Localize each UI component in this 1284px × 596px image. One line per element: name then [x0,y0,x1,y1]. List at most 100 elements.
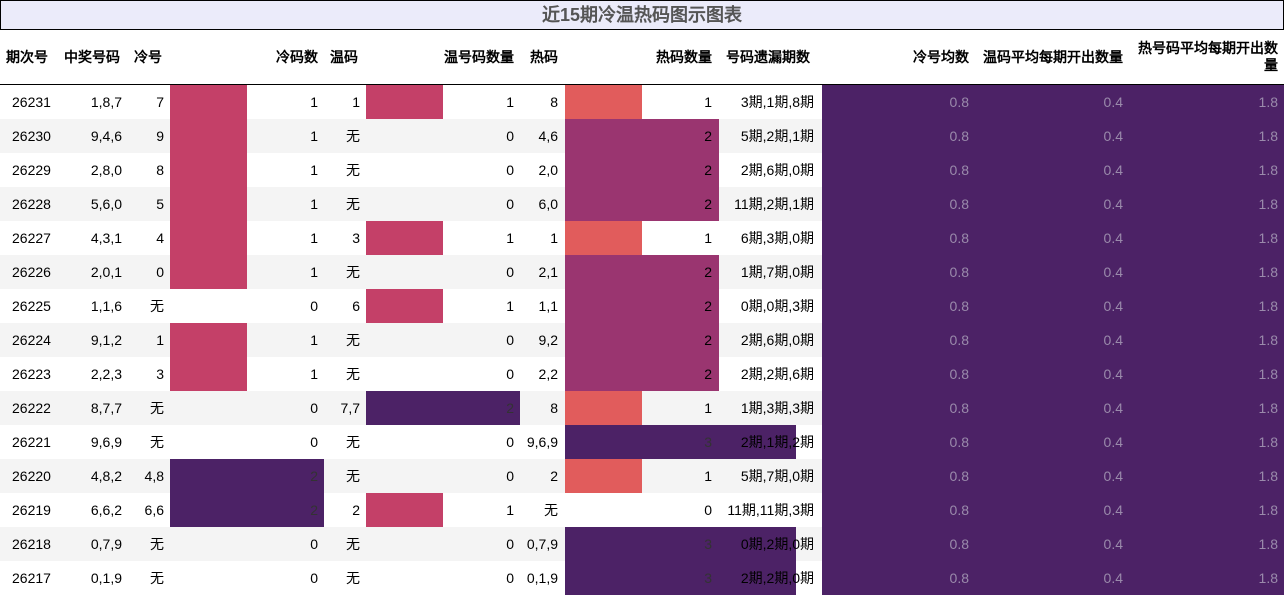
warm-count: 0 [506,434,514,450]
header-warm: 温码 [330,48,358,65]
cold-numbers: 6,6 [144,502,164,518]
table-row: 26225 1,1,6 无 0 6 1 1,1 2 0期,0期,3期 0.8 0.4 1.8 [0,289,1284,323]
hot-average: 1.8 [1258,502,1278,518]
hot-count: 2 [704,332,712,348]
header-cold-count: 冷码数 [276,48,318,65]
header-missing: 号码遗漏期数 [726,48,810,65]
warm-average: 0.4 [1103,434,1123,450]
cold-average: 0.8 [949,128,969,144]
hot-numbers: 9,6,9 [526,434,558,450]
issue-number: 26226 [12,264,51,280]
warm-numbers: 无 [346,570,360,586]
cold-numbers: 4 [156,230,164,246]
warm-numbers: 无 [346,196,360,212]
issue-number: 26223 [12,366,51,382]
table-row: 26230 9,4,6 9 1 无 0 4,6 2 5期,2期,1期 0.8 0.4 1.8 [0,119,1284,153]
warm-count: 1 [506,230,514,246]
warm-count: 0 [506,128,514,144]
winning-numbers: 5,6,0 [90,196,122,212]
winning-numbers: 6,6,2 [90,502,122,518]
hot-count: 3 [704,570,712,586]
missing-periods: 5期,7期,0期 [740,468,814,484]
hot-average: 1.8 [1258,468,1278,484]
hot-numbers: 1,1 [538,298,558,314]
warm-count: 0 [506,536,514,552]
cold-count: 1 [310,264,318,280]
cold-numbers: 无 [150,434,164,450]
hot-count: 2 [704,196,712,212]
hot-count: 0 [704,502,712,518]
missing-periods: 2期,6期,0期 [740,332,814,348]
issue-number: 26217 [12,570,51,586]
cold-count: 2 [310,468,318,484]
cold-count: 0 [310,400,318,416]
hot-average: 1.8 [1258,434,1278,450]
cold-count: 2 [310,502,318,518]
cold-numbers: 8 [156,162,164,178]
table-row: 26228 5,6,0 5 1 无 0 6,0 2 11期,2期,1期 0.8 0.4 1.8 [0,187,1284,221]
missing-periods: 11期,11期,3期 [727,502,814,518]
hot-numbers: 2,2 [538,366,558,382]
missing-periods: 1期,3期,3期 [740,400,814,416]
table-row: 26226 2,0,1 0 1 无 0 2,1 2 1期,7期,0期 0.8 0.4 1.8 [0,255,1284,289]
hot-count: 1 [704,468,712,484]
header-warm-avg: 温码平均每期开出数量 [983,48,1123,65]
warm-average: 0.4 [1103,162,1123,178]
cold-average: 0.8 [949,230,969,246]
missing-periods: 6期,3期,0期 [740,230,814,246]
warm-average: 0.4 [1103,230,1123,246]
hot-count: 3 [704,434,712,450]
cold-numbers: 5 [156,196,164,212]
table-row: 26227 4,3,1 4 1 3 1 1 1 6期,3期,0期 0.8 0.4 1.8 [0,221,1284,255]
cold-average: 0.8 [949,298,969,314]
warm-average: 0.4 [1103,570,1123,586]
issue-number: 26225 [12,298,51,314]
warm-numbers: 1 [352,94,360,110]
warm-average: 0.4 [1103,366,1123,382]
warm-average: 0.4 [1103,94,1123,110]
missing-periods: 2期,2期,6期 [740,366,814,382]
issue-number: 26227 [12,230,51,246]
hot-average: 1.8 [1258,366,1278,382]
header-warm-count: 温号码数量 [444,48,514,65]
cold-numbers: 3 [156,366,164,382]
cold-average: 0.8 [949,162,969,178]
header-winning: 中奖号码 [64,48,120,65]
table-row: 26231 1,8,7 7 1 1 1 8 1 3期,1期,8期 0.8 0.4 1.8 [0,85,1284,119]
missing-periods: 5期,2期,1期 [740,128,814,144]
warm-count: 1 [506,502,514,518]
cold-average: 0.8 [949,468,969,484]
cold-numbers: 0 [156,264,164,280]
missing-periods: 0期,2期,0期 [740,536,814,552]
issue-number: 26231 [12,94,51,110]
hot-count: 1 [704,400,712,416]
header-hot-avg-line1: 热号码平均每期开出数 [1138,40,1278,56]
warm-numbers: 无 [346,162,360,178]
header-hot-avg: 热号码平均每期开出数量 [1129,30,1284,84]
hot-average: 1.8 [1258,94,1278,110]
winning-numbers: 1,8,7 [90,94,122,110]
hot-count: 2 [704,162,712,178]
issue-number: 26220 [12,468,51,484]
table-row: 26224 9,1,2 1 1 无 0 9,2 2 2期,6期,0期 0.8 0.4 1.8 [0,323,1284,357]
issue-number: 26224 [12,332,51,348]
cold-average: 0.8 [949,536,969,552]
table-row: 26218 0,7,9 无 0 无 0 0,7,9 3 0期,2期,0期 0.8 0.4 1.8 [0,527,1284,561]
hot-average: 1.8 [1258,536,1278,552]
hot-average: 1.8 [1258,298,1278,314]
warm-numbers: 无 [346,264,360,280]
warm-numbers: 无 [346,536,360,552]
warm-numbers: 3 [352,230,360,246]
missing-periods: 0期,0期,3期 [740,298,814,314]
missing-periods: 2期,2期,0期 [740,570,814,586]
warm-count: 0 [506,366,514,382]
winning-numbers: 2,2,3 [90,366,122,382]
cold-count: 1 [310,196,318,212]
table-header: 期次号 中奖号码 冷号 冷码数 温码 温号码数量 热码 热码数量 号码遗漏期数 … [0,30,1284,86]
issue-number: 26221 [12,434,51,450]
cold-count: 1 [310,128,318,144]
cold-numbers: 7 [156,94,164,110]
hot-average: 1.8 [1258,332,1278,348]
winning-numbers: 9,1,2 [90,332,122,348]
cold-average: 0.8 [949,570,969,586]
